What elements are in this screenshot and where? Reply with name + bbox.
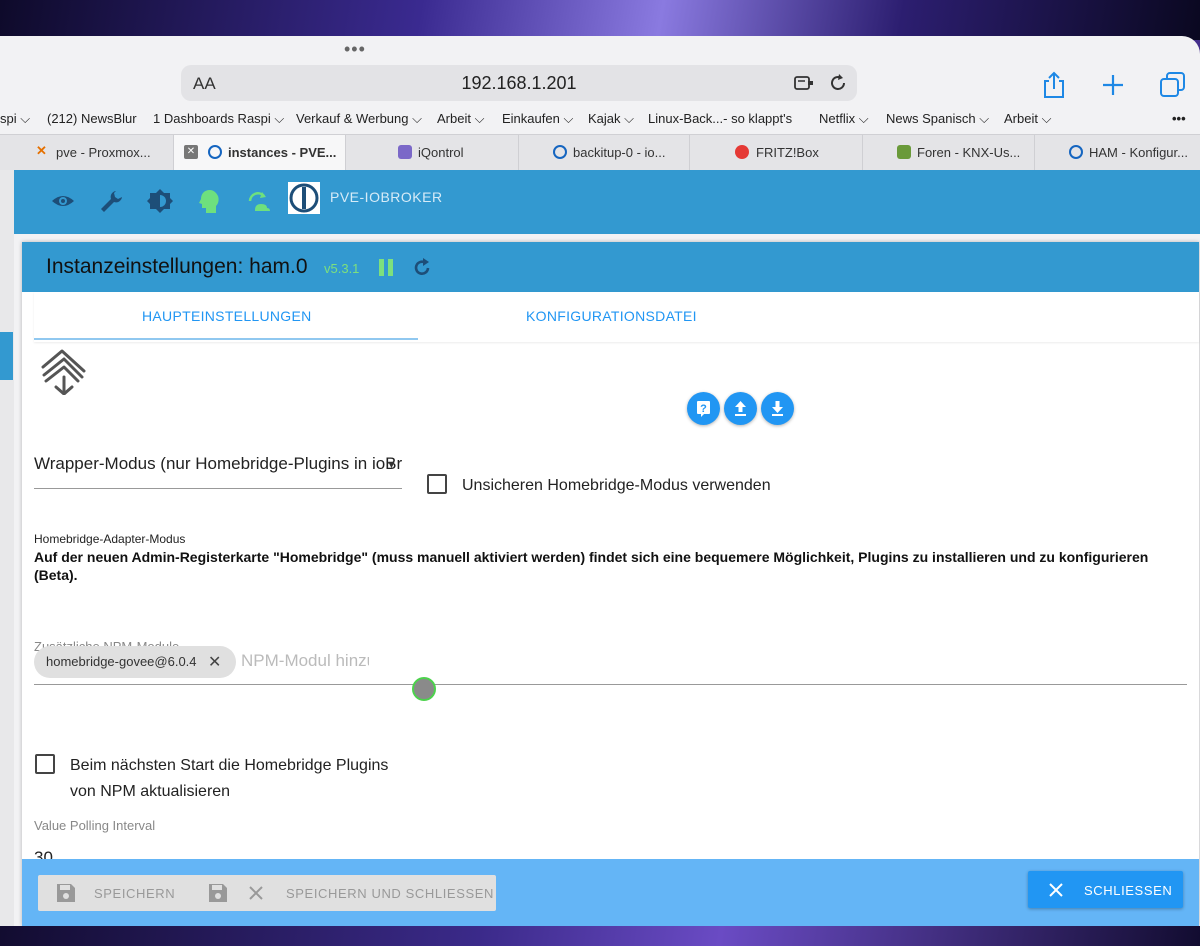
tab-ham-config[interactable]: HAM - Konfigur... [1035, 135, 1200, 170]
new-tab-icon[interactable] [1101, 73, 1125, 97]
window-handle[interactable]: ••• [344, 40, 366, 58]
bookmarks-bar: spi ⌵ (212) NewsBlur 1 Dashboards Raspi … [0, 108, 1200, 130]
polling-interval-label: Value Polling Interval [34, 818, 156, 833]
save-and-close-button[interactable]: SPEICHERN UND SCHLIESSEN [190, 875, 496, 911]
update-plugins-label: Beim nächsten Start die Homebridge Plugi… [70, 757, 389, 800]
sidebar-strip [0, 170, 14, 926]
app-toolbar: PVE-IOBROKER [14, 170, 1200, 234]
mode-select[interactable]: Wrapper-Modus (nur Homebridge-Plugins in… [34, 448, 402, 489]
reload-icon[interactable] [827, 72, 849, 94]
instance-settings-dialog: Instanzeinstellungen: ham.0 v5.3.1 HAUPT… [22, 242, 1199, 926]
sidebar-active-marker[interactable] [0, 332, 13, 380]
fritzbox-icon [735, 145, 749, 159]
bookmark[interactable]: Arbeit ⌵ [1004, 111, 1051, 127]
insecure-mode-checkbox[interactable] [427, 474, 447, 494]
active-tab-indicator [34, 338, 418, 340]
bookmark[interactable]: 1 Dashboards Raspi ⌵ [153, 111, 284, 127]
drag-handle[interactable] [412, 677, 436, 701]
bookmark[interactable]: (212) NewsBlur [47, 111, 137, 126]
npm-module-chip[interactable]: homebridge-govee@6.0.4 ✕ [34, 646, 236, 678]
close-tab-icon[interactable]: ✕ [184, 145, 198, 159]
save-icon [209, 884, 227, 902]
mode-select-helper: Homebridge-Adapter-Modus [34, 532, 186, 546]
save-button[interactable]: SPEICHERN [38, 875, 206, 911]
help-icon: ? [697, 401, 710, 417]
dropdown-arrow-icon: ▼ [386, 459, 397, 471]
tab-backitup[interactable]: backitup-0 - io... [519, 135, 690, 170]
tab-bar: ✕ pve - Proxmox... ✕ instances - PVE... … [0, 134, 1200, 171]
iobroker-icon [1069, 145, 1083, 159]
iobroker-logo[interactable] [288, 182, 320, 214]
update-plugins-checkbox[interactable] [35, 754, 55, 774]
wrench-icon[interactable] [98, 188, 124, 214]
tab-main-settings[interactable]: HAUPTEINSTELLUNGEN [142, 308, 312, 324]
iobroker-icon [553, 145, 567, 159]
mode-select-value: Wrapper-Modus (nur Homebridge-Plugins in… [34, 454, 402, 473]
tab-knx-forum[interactable]: Foren - KNX-Us... [863, 135, 1035, 170]
version-badge: v5.3.1 [324, 261, 360, 276]
share-icon[interactable] [1041, 70, 1067, 100]
tab-iqontrol[interactable]: iQontrol [346, 135, 519, 170]
tab-config-file[interactable]: KONFIGURATIONSDATEI [526, 308, 697, 324]
close-icon [249, 886, 263, 900]
bookmark[interactable]: Arbeit ⌵ [437, 111, 484, 127]
bookmark[interactable]: spi ⌵ [0, 111, 30, 127]
dialog-tabs: HAUPTEINSTELLUNGEN KONFIGURATIONSDATEI [34, 292, 1199, 342]
more-bookmarks-button[interactable]: ••• [1172, 111, 1186, 126]
bookmark[interactable]: Netflix ⌵ [819, 111, 869, 127]
tab-proxmox[interactable]: ✕ pve - Proxmox... [0, 135, 174, 170]
iobroker-icon [208, 145, 222, 159]
help-button[interactable]: ? [687, 392, 720, 425]
homebridge-logo [41, 349, 86, 395]
dialog-header: Instanzeinstellungen: ham.0 v5.3.1 [22, 242, 1199, 292]
bookmark[interactable]: News Spanisch ⌵ [886, 111, 989, 127]
tab-overview-icon[interactable] [1159, 71, 1187, 99]
upload-icon [735, 401, 746, 416]
eye-icon[interactable] [50, 188, 76, 214]
svg-text:?: ? [700, 403, 707, 415]
iqontrol-icon [398, 145, 412, 159]
upload-button[interactable] [724, 392, 757, 425]
npm-input-underline [34, 684, 1187, 685]
host-name: PVE-IOBROKER [330, 189, 443, 205]
bookmark[interactable]: Verkauf & Werbung ⌵ [296, 111, 422, 127]
save-icon [57, 884, 75, 902]
pause-icon[interactable] [378, 259, 394, 276]
knx-icon [897, 145, 911, 159]
reload-icon[interactable] [411, 257, 433, 279]
refresh-cloud-icon[interactable] [245, 188, 271, 214]
desktop-wallpaper [0, 0, 1200, 40]
close-icon [1049, 883, 1063, 897]
tab-fritzbox[interactable]: FRITZ!Box [690, 135, 863, 170]
chip-remove-icon[interactable]: ✕ [208, 652, 221, 672]
dialog-title: Instanzeinstellungen: ham.0 [46, 255, 308, 278]
download-button[interactable] [761, 392, 794, 425]
download-icon [772, 401, 783, 416]
close-button[interactable]: SCHLIESSEN [1028, 871, 1183, 908]
expert-mode-icon[interactable] [196, 188, 222, 214]
dialog-footer-bar: SPEICHERN SPEICHERN UND SCHLIESSEN SCHLI… [22, 859, 1199, 925]
proxmox-icon: ✕ [36, 143, 47, 158]
url-text[interactable]: 192.168.1.201 [181, 73, 857, 94]
address-bar[interactable]: AA 192.168.1.201 [181, 65, 857, 101]
bookmark[interactable]: Einkaufen ⌵ [502, 111, 573, 127]
homebridge-tab-note: Auf der neuen Admin-Registerkarte "Homeb… [34, 549, 1149, 583]
bookmark[interactable]: Linux-Back...- so klappt's [648, 111, 792, 126]
extension-icon[interactable] [793, 73, 815, 93]
bookmark[interactable]: Kajak ⌵ [588, 111, 634, 127]
npm-module-input[interactable]: NPM-Modul hinzufügen [241, 651, 369, 675]
insecure-mode-label: Unsicheren Homebridge-Modus verwenden [462, 477, 771, 494]
tab-instances[interactable]: ✕ instances - PVE... [174, 135, 346, 170]
brightness-icon[interactable] [147, 188, 173, 214]
browser-window: ••• AA 192.168.1.201 spi ⌵ (212) NewsBlu… [0, 36, 1200, 926]
desktop-wallpaper-bottom [0, 926, 1200, 946]
